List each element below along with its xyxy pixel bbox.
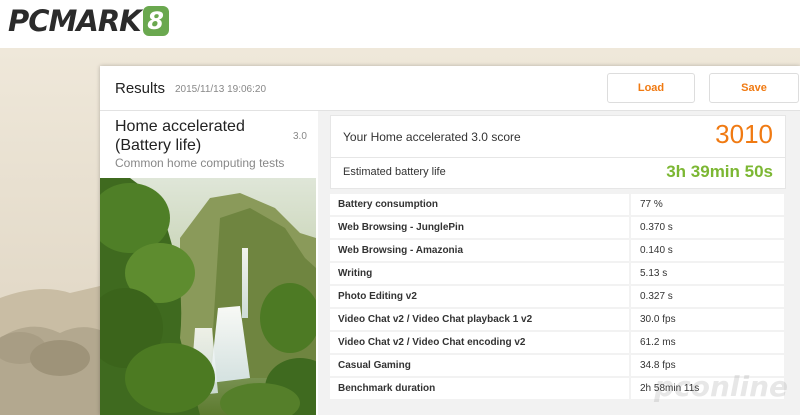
top-header: PCMARK 8 xyxy=(0,0,800,49)
table-row: Web Browsing - JunglePin 0.370 s xyxy=(330,217,784,238)
detail-value: 77 % xyxy=(640,199,663,210)
table-row: Writing 5.13 s xyxy=(330,263,784,284)
table-row: Photo Editing v2 0.327 s xyxy=(330,286,784,307)
detail-name: Photo Editing v2 xyxy=(330,286,631,307)
detail-name: Casual Gaming xyxy=(330,355,631,376)
detail-value: 0.327 s xyxy=(640,291,673,302)
battery-life-value: 3h 39min 50s xyxy=(666,162,773,181)
detail-value: 61.2 ms xyxy=(640,337,676,348)
save-button[interactable]: Save xyxy=(709,73,799,103)
score-box: Your Home accelerated 3.0 score 3010 xyxy=(330,115,786,158)
benchmark-info: Home accelerated (Battery life) 3.0 Comm… xyxy=(100,111,316,415)
detail-name: Web Browsing - Amazonia xyxy=(330,240,631,261)
detail-value: 0.370 s xyxy=(640,222,673,233)
pcmark-logo: PCMARK 8 xyxy=(8,4,169,38)
results-header: Results 2015/11/13 19:06:20 Load Save xyxy=(100,66,800,111)
table-row: Web Browsing - Amazonia 0.140 s xyxy=(330,240,784,261)
detail-name: Video Chat v2 / Video Chat playback 1 v2 xyxy=(330,309,631,330)
results-panel: Results 2015/11/13 19:06:20 Load Save Ho… xyxy=(100,66,800,415)
detail-value: 0.140 s xyxy=(640,245,673,256)
detail-value: 5.13 s xyxy=(640,268,668,279)
battery-life-label: Estimated battery life xyxy=(343,166,446,178)
table-row: Video Chat v2 / Video Chat playback 1 v2… xyxy=(330,309,784,330)
table-row: Video Chat v2 / Video Chat encoding v2 6… xyxy=(330,332,784,353)
logo-badge: 8 xyxy=(142,6,169,36)
table-row: Battery consumption 77 % xyxy=(330,194,784,215)
benchmark-version: 3.0 xyxy=(293,131,307,142)
score-label: Your Home accelerated 3.0 score xyxy=(343,130,521,144)
detail-name: Benchmark duration xyxy=(330,378,631,399)
detail-name: Writing xyxy=(330,263,631,284)
detail-name: Battery consumption xyxy=(330,194,631,215)
results-title: Results xyxy=(115,80,166,97)
results-date: 2015/11/13 19:06:20 xyxy=(175,84,267,95)
benchmark-description: Common home computing tests xyxy=(115,156,285,170)
results-detail: Your Home accelerated 3.0 score 3010 Est… xyxy=(318,111,800,415)
detail-value: 30.0 fps xyxy=(640,314,676,325)
benchmark-name: Home accelerated (Battery life) xyxy=(115,118,245,154)
detail-name: Video Chat v2 / Video Chat encoding v2 xyxy=(330,332,631,353)
watermark: pconline xyxy=(654,370,788,403)
battery-life-box: Estimated battery life 3h 39min 50s xyxy=(330,157,786,189)
logo-text: PCMARK xyxy=(8,4,142,38)
load-button[interactable]: Load xyxy=(607,73,695,103)
detail-name: Web Browsing - JunglePin xyxy=(330,217,631,238)
waterfall-image xyxy=(100,178,316,415)
score-value: 3010 xyxy=(715,119,773,149)
